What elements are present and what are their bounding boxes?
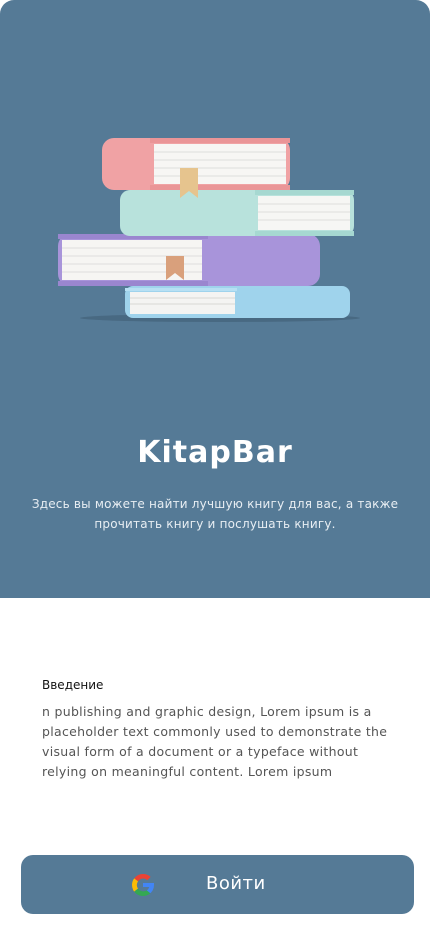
google-icon xyxy=(132,873,155,897)
login-label: Войти xyxy=(206,873,266,894)
login-button[interactable]: Войти xyxy=(21,855,414,914)
hero-banner: KitapBar Здесь вы можете найти лучшую кн… xyxy=(0,0,430,598)
intro-heading: Введение xyxy=(42,678,104,692)
books-illustration xyxy=(58,138,360,322)
app-tagline: Здесь вы можете найти лучшую книгу для в… xyxy=(31,497,399,531)
app-title: KitapBar xyxy=(137,435,293,470)
intro-text: n publishing and graphic design, Lorem i… xyxy=(42,704,388,779)
